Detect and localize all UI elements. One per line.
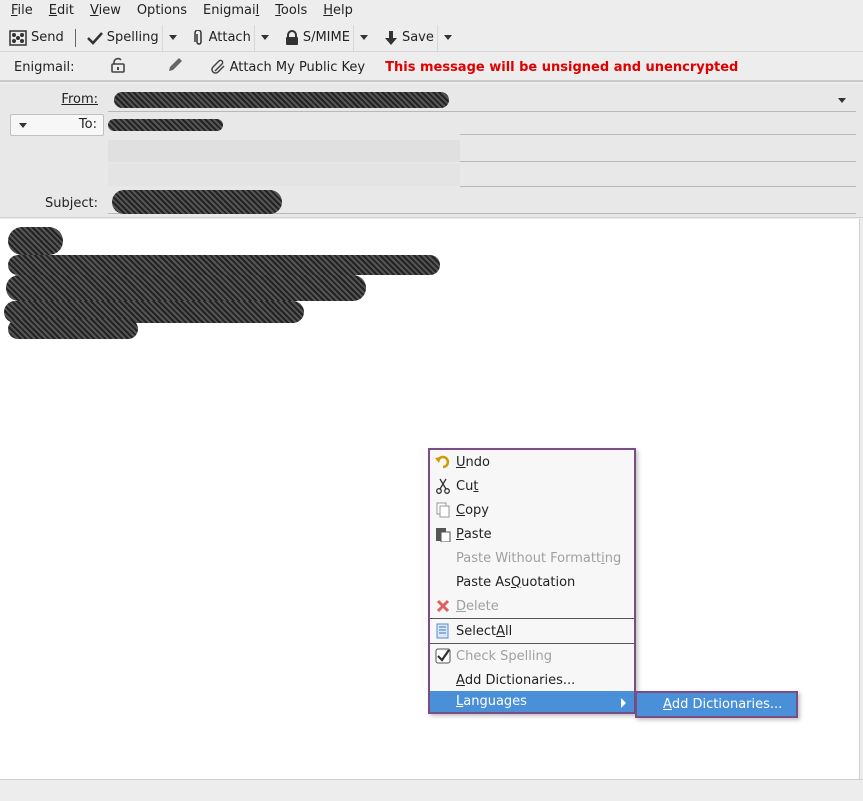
smime-label: S/MIME <box>302 30 350 45</box>
compose-toolbar: Send Spelling Attach S/MIME Save <box>0 24 863 52</box>
from-field[interactable] <box>108 88 856 112</box>
scissors-icon <box>436 478 450 494</box>
recipient-row-2[interactable] <box>108 140 460 162</box>
attach-label: Attach <box>208 30 251 45</box>
recipient-row-line <box>460 134 856 135</box>
lock-icon <box>285 29 298 45</box>
menu-enigmail[interactable]: Enigmail <box>195 0 267 22</box>
spelling-label: Spelling <box>106 30 159 45</box>
chevron-right-icon <box>621 698 626 708</box>
attach-public-key-button[interactable]: Attach My Public Key <box>210 59 366 75</box>
menu-item-paste[interactable]: Paste <box>430 522 634 546</box>
recipient-row-line <box>460 186 856 187</box>
menu-view[interactable]: View <box>82 0 129 22</box>
spelling-button[interactable]: Spelling <box>84 25 162 51</box>
menu-item-paste-as-quotation[interactable]: Paste As Quotation <box>430 570 634 594</box>
toolbar-separator <box>74 28 76 47</box>
recipient-type-select[interactable]: To: <box>10 114 104 136</box>
menu-tools[interactable]: Tools <box>267 0 315 22</box>
save-button[interactable]: Save <box>381 25 437 51</box>
paperclip-icon <box>193 29 202 45</box>
menu-item-check-spelling[interactable]: Check Spellin g <box>430 644 634 668</box>
chevron-down-icon <box>360 35 369 40</box>
security-status-warning: This message will be unsigned and unencr… <box>385 59 739 75</box>
chevron-down-icon <box>838 98 846 103</box>
send-button[interactable]: Send <box>6 25 67 51</box>
sign-toggle[interactable] <box>167 57 183 77</box>
checkbox-checked-icon <box>435 648 451 664</box>
undo-icon <box>435 455 450 469</box>
send-label: Send <box>31 30 64 45</box>
redacted-body-line <box>6 275 366 301</box>
paste-icon <box>436 528 451 542</box>
redacted-body-line <box>8 255 440 275</box>
enigmail-label: Enigmail: <box>14 59 75 75</box>
menu-item-delete[interactable]: Delete <box>430 594 634 618</box>
to-label: To: <box>78 117 97 132</box>
download-arrow-icon <box>384 30 397 45</box>
menu-item-languages[interactable]: Languages <box>430 691 634 712</box>
enigmail-bar: Enigmail: Attach My Public Key This mess… <box>0 54 863 82</box>
recipient-row-line <box>460 161 856 162</box>
attach-button[interactable]: Attach <box>190 25 254 51</box>
to-field[interactable] <box>108 114 856 136</box>
redacted-body-line <box>8 319 138 339</box>
chevron-down-icon <box>19 123 27 128</box>
send-icon <box>9 29 27 46</box>
menu-item-undo[interactable]: Undo <box>430 450 634 474</box>
menu-help[interactable]: Help <box>315 0 361 22</box>
menu-file[interactable]: File <box>3 0 41 22</box>
copy-icon <box>436 502 450 518</box>
subject-label-text: Subject: <box>45 196 98 211</box>
save-label: Save <box>401 30 434 45</box>
pencil-icon <box>168 58 182 71</box>
encrypt-toggle[interactable] <box>110 57 125 77</box>
unlocked-icon <box>110 57 125 73</box>
menu-edit[interactable]: Edit <box>41 0 82 22</box>
recipient-row-3[interactable] <box>108 164 460 186</box>
menu-item-select-all[interactable]: Select All <box>430 619 634 643</box>
attach-dropdown[interactable] <box>253 24 276 51</box>
subject-label: Subject: <box>30 196 98 211</box>
select-all-icon <box>436 623 449 639</box>
menu-item-paste-without-formatting[interactable]: Paste Without Formatt i ng <box>430 546 634 570</box>
smime-dropdown[interactable] <box>352 24 375 51</box>
paperclip-icon <box>210 59 225 74</box>
chevron-down-icon <box>169 35 178 40</box>
menu-item-copy[interactable]: Copy <box>430 498 634 522</box>
redacted-from <box>114 92 449 108</box>
chevron-down-icon <box>261 35 270 40</box>
compose-header: From: To: Subject: <box>0 84 863 218</box>
menu-options[interactable]: Options <box>129 0 195 22</box>
menu-item-cut[interactable]: Cu t <box>430 474 634 498</box>
redacted-to <box>108 119 223 131</box>
spelling-dropdown[interactable] <box>161 24 184 51</box>
subject-field[interactable] <box>108 188 856 214</box>
status-bar <box>0 779 863 801</box>
redacted-body-line <box>8 227 63 255</box>
languages-submenu-item-add-dictionaries[interactable]: Add Dictionaries... <box>635 691 798 718</box>
from-label-text: From: <box>61 92 98 107</box>
save-dropdown[interactable] <box>436 24 459 51</box>
menu-item-add-dictionaries[interactable]: Add Dictionaries... <box>430 668 634 692</box>
smime-button[interactable]: S/MIME <box>282 25 353 51</box>
chevron-down-icon <box>444 35 453 40</box>
context-menu: Undo Cu t Copy Paste Paste Without Format… <box>428 448 636 714</box>
check-icon <box>86 31 103 45</box>
menu-bar: File Edit View Options Enigmail Tools He… <box>0 0 863 22</box>
attach-public-key-label: Attach My Public Key <box>229 59 366 75</box>
redacted-subject <box>112 190 282 214</box>
from-label: From: <box>40 92 98 107</box>
delete-x-icon <box>436 599 450 613</box>
